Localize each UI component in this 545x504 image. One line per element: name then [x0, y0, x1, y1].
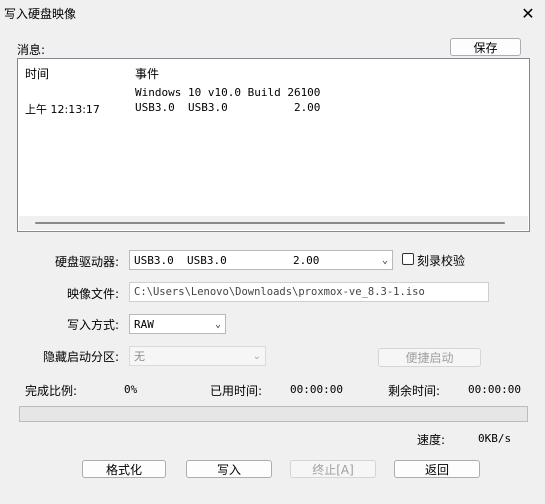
image-file-field[interactable]: C:\Users\Lenovo\Downloads\proxmox-ve_8.3… — [129, 282, 489, 302]
messages-label: 消息: — [17, 43, 46, 57]
quick-boot-button[interactable]: 便捷启动 — [378, 348, 481, 367]
percent-value: 0% — [124, 383, 138, 396]
scrollbar-thumb[interactable] — [35, 222, 505, 224]
list-item-event: USB3.0 USB3.0 2.00 — [135, 101, 321, 114]
chevron-down-icon: ⌄ — [214, 318, 221, 330]
chevron-down-icon: ⌄ — [381, 254, 388, 266]
verify-label: 刻录校验 — [417, 254, 466, 268]
format-button[interactable]: 格式化 — [82, 460, 166, 478]
drive-select-value: USB3.0 USB3.0 2.00 — [134, 253, 320, 267]
speed-label: 速度: — [417, 433, 446, 447]
drive-select[interactable]: USB3.0 USB3.0 2.00 ⌄ — [129, 250, 393, 270]
elapsed-label: 已用时间: — [210, 384, 263, 398]
save-button[interactable]: 保存 — [450, 38, 521, 56]
write-method-select[interactable]: RAW ⌄ — [129, 314, 226, 334]
title-bar — [0, 0, 545, 26]
hidden-partition-label: 隐藏启动分区: — [43, 350, 120, 364]
hidden-partition-select[interactable]: 无 ⌄ — [129, 346, 266, 366]
write-method-label: 写入方式: — [67, 318, 120, 332]
back-button[interactable]: 返回 — [394, 460, 480, 478]
list-item-event: Windows 10 v10.0 Build 26100 — [135, 86, 321, 99]
close-icon[interactable]: ✕ — [517, 2, 539, 24]
column-header-event: 事件 — [135, 67, 160, 81]
drive-label: 硬盘驱动器: — [55, 255, 120, 269]
stop-button[interactable]: 终止[A] — [290, 460, 376, 478]
message-list[interactable]: 时间 事件 Windows 10 v10.0 Build 26100 上午 12… — [17, 58, 530, 232]
window-title: 写入硬盘映像 — [4, 7, 77, 21]
write-button[interactable]: 写入 — [186, 460, 272, 478]
hidden-partition-value: 无 — [134, 350, 145, 363]
write-method-value: RAW — [134, 317, 154, 331]
remaining-value: 00:00:00 — [468, 383, 521, 396]
list-item-time: 上午 12:13:17 — [25, 103, 100, 116]
elapsed-value: 00:00:00 — [290, 383, 343, 396]
column-header-time: 时间 — [25, 67, 50, 81]
horizontal-scrollbar[interactable] — [19, 216, 528, 230]
speed-value: 0KB/s — [478, 432, 512, 445]
verify-checkbox[interactable] — [402, 253, 414, 265]
progress-bar — [19, 406, 528, 422]
chevron-down-icon: ⌄ — [252, 350, 261, 362]
remaining-label: 剩余时间: — [388, 384, 441, 398]
percent-label: 完成比例: — [25, 384, 78, 398]
image-file-label: 映像文件: — [67, 287, 120, 301]
